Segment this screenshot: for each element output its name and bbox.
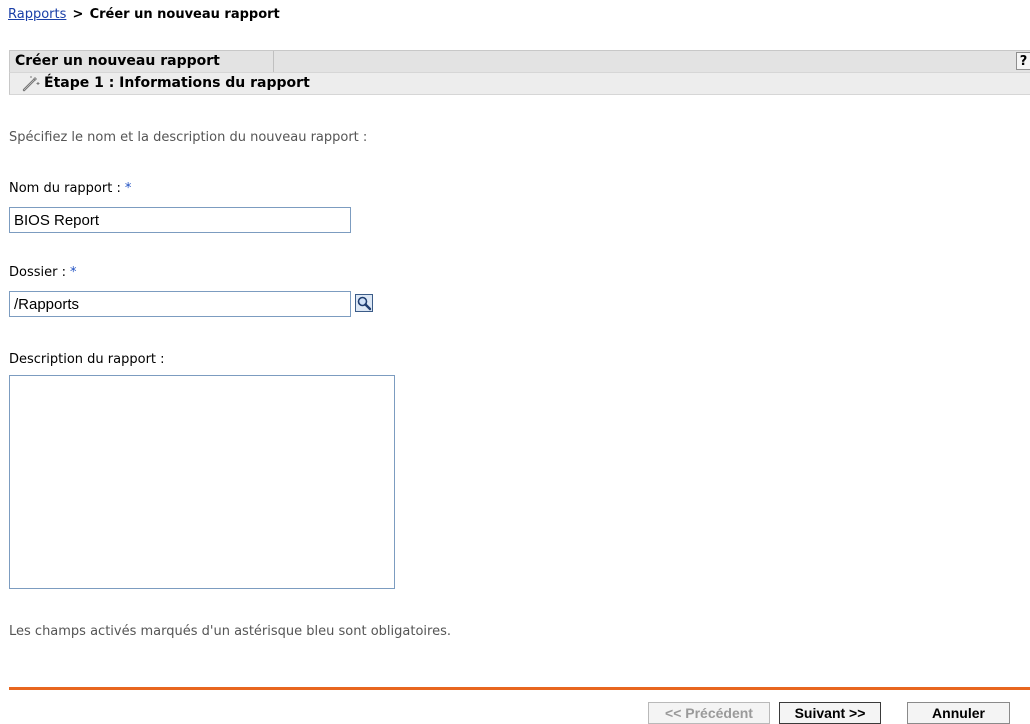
panel-title: Créer un nouveau rapport (10, 51, 274, 72)
breadcrumb-current: Créer un nouveau rapport (89, 7, 280, 22)
breadcrumb: Rapports > Créer un nouveau rapport (8, 7, 280, 22)
required-fields-note: Les champs activés marqués d'un astérisq… (9, 624, 451, 639)
footer-divider (9, 687, 1030, 690)
next-button[interactable]: Suivant >> (779, 702, 881, 724)
intro-text: Spécifiez le nom et la description du no… (9, 130, 368, 145)
help-button[interactable]: ? (1016, 52, 1030, 70)
wand-icon (22, 76, 40, 96)
required-asterisk: * (69, 265, 77, 280)
folder-input[interactable] (9, 291, 351, 317)
report-name-input[interactable] (9, 207, 351, 233)
previous-button[interactable]: << Précédent (648, 702, 770, 724)
required-asterisk: * (124, 181, 132, 196)
folder-label-text: Dossier : (9, 265, 66, 280)
name-label: Nom du rapport : * (9, 181, 131, 196)
description-textarea[interactable] (9, 375, 395, 589)
breadcrumb-separator: > (72, 7, 84, 22)
folder-label: Dossier : * (9, 265, 76, 280)
step-bar: Étape 1 : Informations du rapport (9, 72, 1030, 95)
step-title: Étape 1 : Informations du rapport (44, 75, 310, 91)
panel-header: Créer un nouveau rapport ? (9, 50, 1030, 72)
folder-browse-button[interactable] (355, 294, 373, 312)
description-label: Description du rapport : (9, 352, 165, 367)
search-icon (356, 295, 372, 311)
name-label-text: Nom du rapport : (9, 181, 121, 196)
breadcrumb-link-rapports[interactable]: Rapports (8, 7, 66, 22)
cancel-button[interactable]: Annuler (907, 702, 1010, 724)
